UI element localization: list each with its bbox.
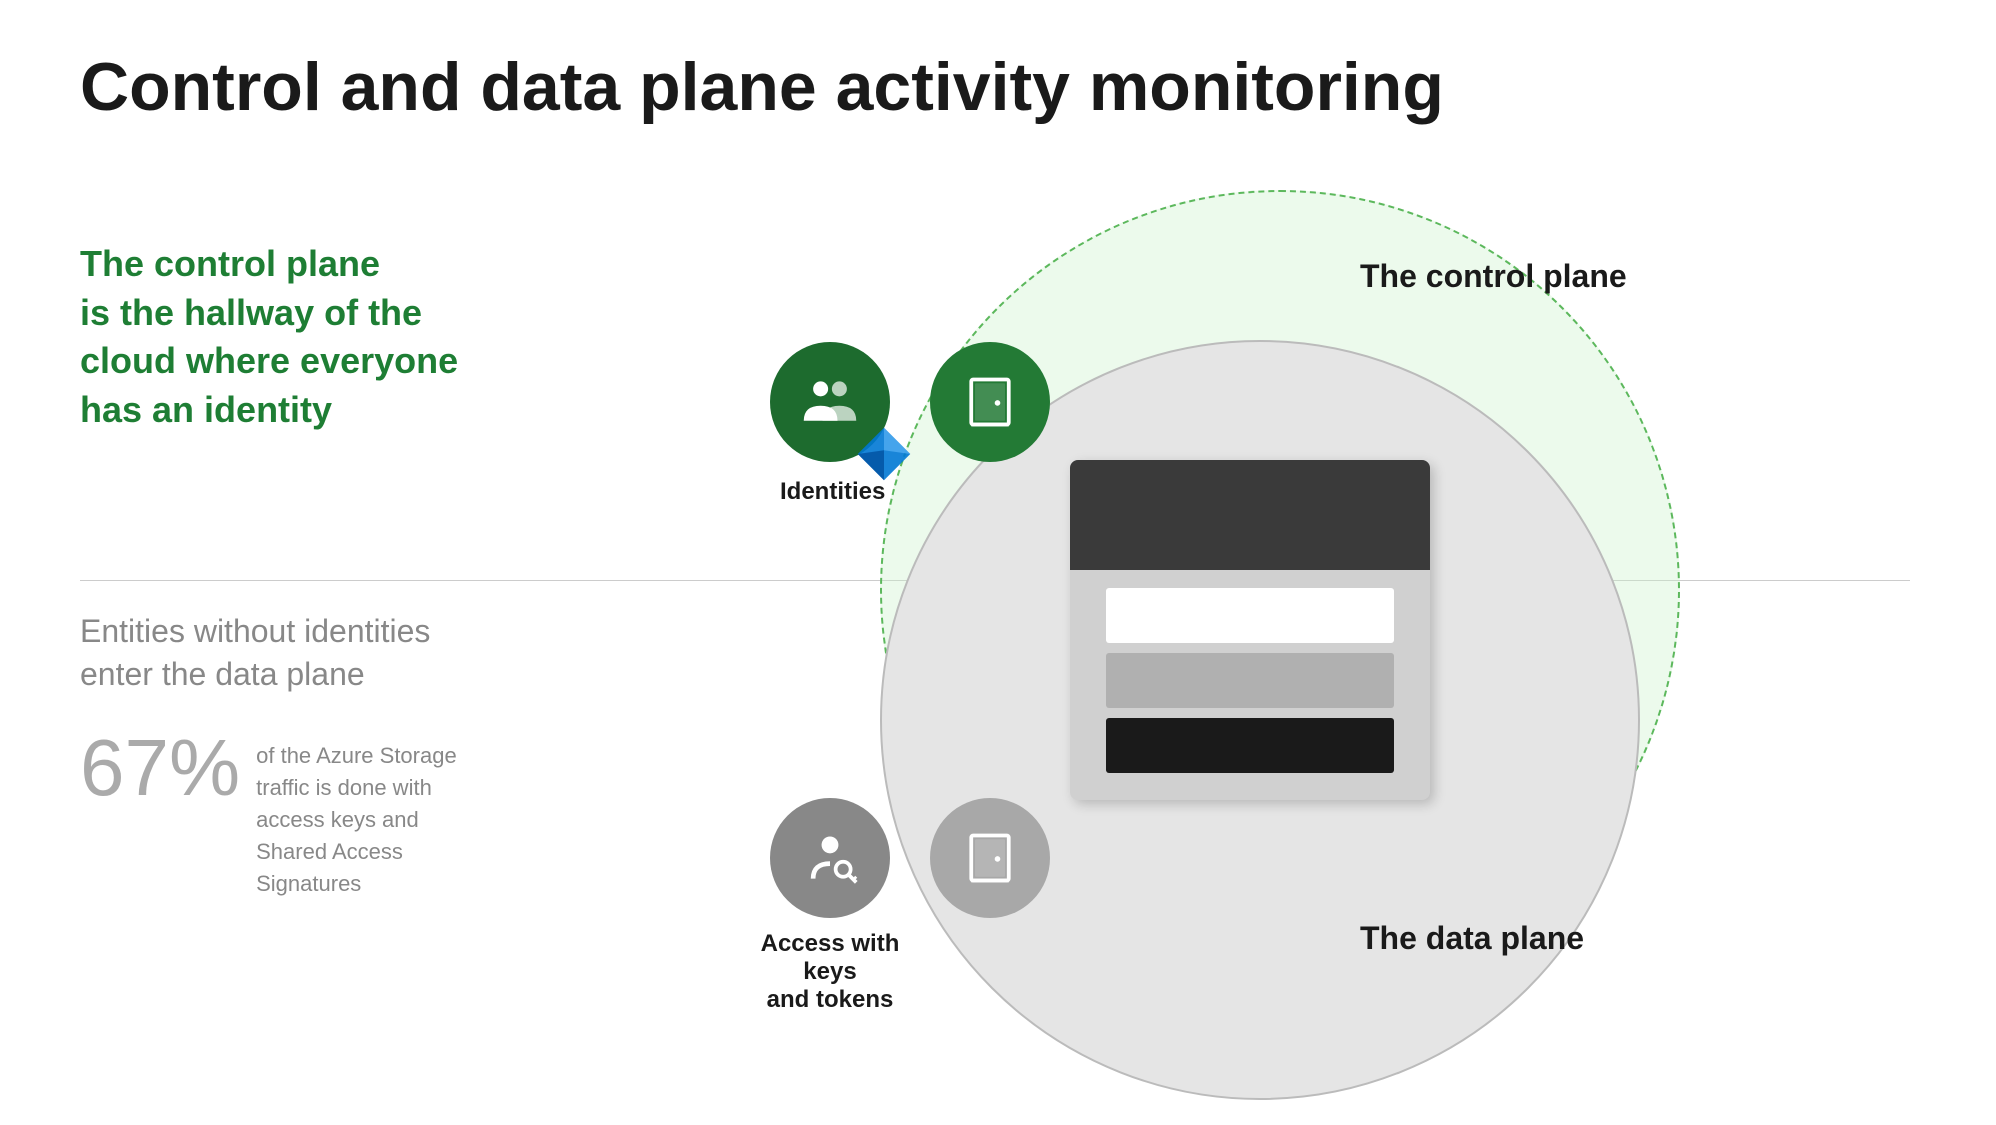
control-plane-label: The control plane xyxy=(1360,258,1627,295)
data-plane-label: The data plane xyxy=(1360,920,1584,957)
door-icon-green xyxy=(960,372,1020,432)
identities-label: Identities xyxy=(780,478,880,506)
keys-label-line2: and tokens xyxy=(767,986,894,1013)
azure-icon xyxy=(854,424,882,452)
resource-box-top xyxy=(1070,460,1430,570)
resource-box-mid2 xyxy=(1106,653,1394,708)
door-icon-gray xyxy=(960,828,1020,888)
keys-icon xyxy=(800,828,860,888)
gray-line1: Entities without identities xyxy=(80,613,430,649)
people-icon xyxy=(800,372,860,432)
green-line4: has an identity xyxy=(80,389,332,430)
keys-label-line1: Access with keys xyxy=(761,930,900,985)
gray-line2: enter the data plane xyxy=(80,656,365,692)
identities-icon-circle xyxy=(770,342,890,462)
stat-number: 67% xyxy=(80,728,240,808)
green-description: The control plane is the hallway of the … xyxy=(80,240,600,434)
data-plane-door-icon xyxy=(930,798,1050,918)
left-panel: The control plane is the hallway of the … xyxy=(80,240,600,434)
green-line2: is the hallway of the xyxy=(80,292,422,333)
green-line3: cloud where everyone xyxy=(80,340,458,381)
entities-description: Entities without identities enter the da… xyxy=(80,610,640,696)
diagram-container: The control plane The data plane Identit… xyxy=(680,200,1930,1020)
resource-box-bot xyxy=(1106,718,1394,773)
stat-description: of the Azure Storage traffic is done wit… xyxy=(256,728,486,899)
lower-left-panel: Entities without identities enter the da… xyxy=(80,610,640,900)
resource-box xyxy=(1070,460,1430,800)
green-line1: The control plane xyxy=(80,243,380,284)
control-plane-door-icon xyxy=(930,342,1050,462)
keys-icon-circle xyxy=(770,798,890,918)
page-title: Control and data plane activity monitori… xyxy=(80,48,1444,126)
stat-row: 67% of the Azure Storage traffic is done… xyxy=(80,728,640,899)
resource-box-mid1 xyxy=(1106,588,1394,643)
keys-label: Access with keys and tokens xyxy=(760,930,900,1014)
